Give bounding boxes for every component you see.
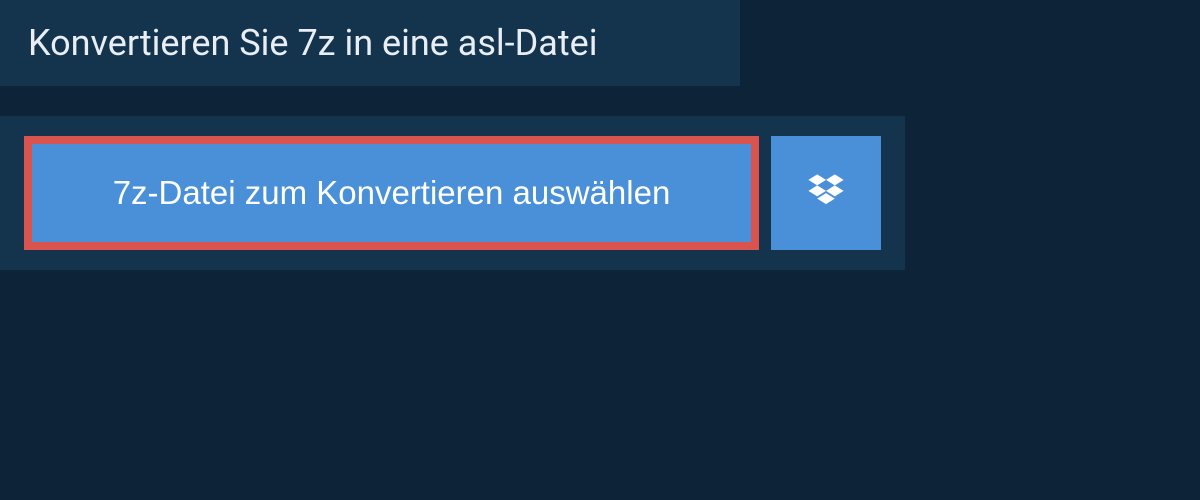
select-file-button[interactable]: 7z-Datei zum Konvertieren auswählen [24, 136, 759, 250]
page-title: Konvertieren Sie 7z in eine asl-Datei [28, 22, 712, 64]
dropbox-icon [804, 170, 848, 217]
dropbox-button[interactable] [771, 136, 881, 250]
select-file-label: 7z-Datei zum Konvertieren auswählen [113, 174, 671, 212]
upload-section: 7z-Datei zum Konvertieren auswählen [0, 116, 905, 270]
page-header: Konvertieren Sie 7z in eine asl-Datei [0, 0, 740, 86]
